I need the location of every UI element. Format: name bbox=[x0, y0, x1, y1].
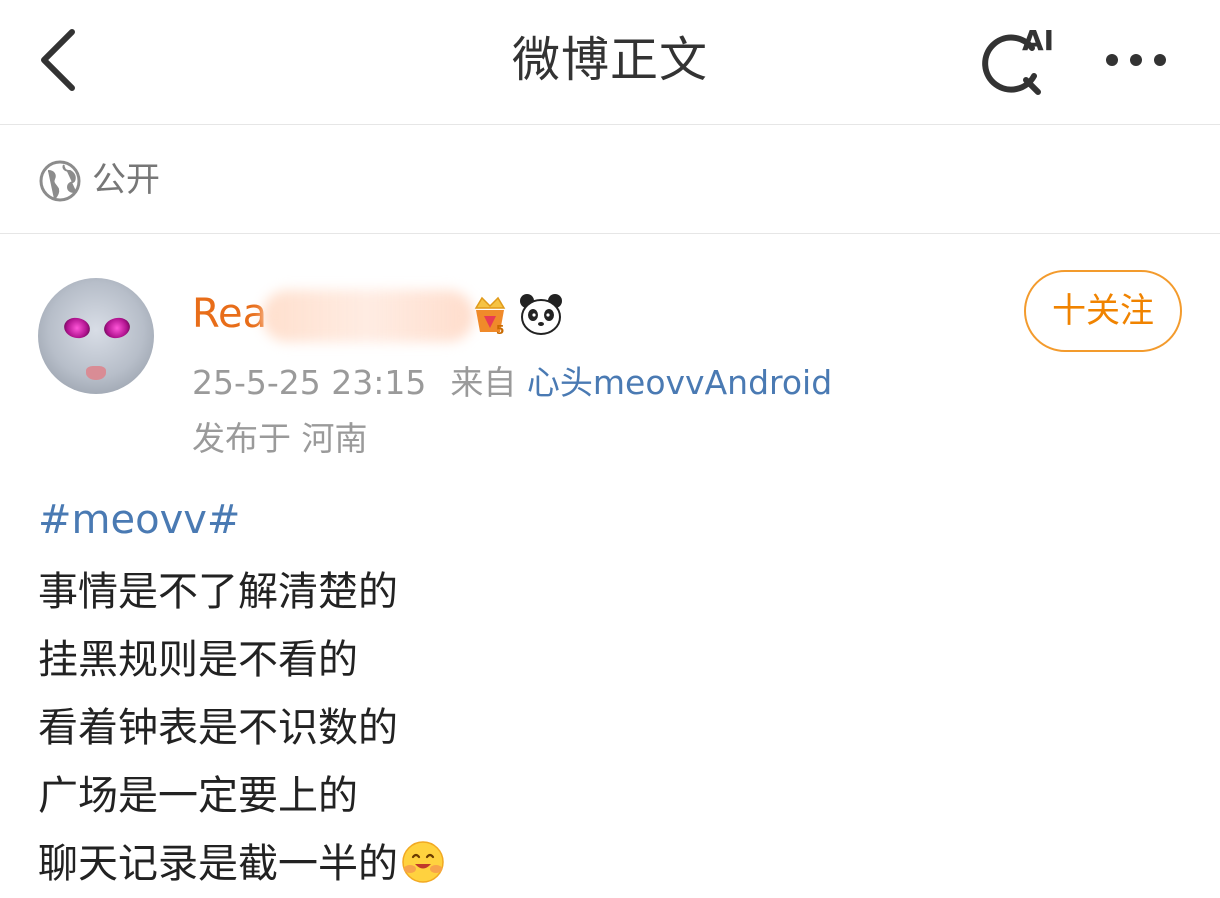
more-dots-icon bbox=[1106, 54, 1118, 66]
ai-label: AI bbox=[1022, 24, 1055, 57]
post-time: 25-5-25 23:15 bbox=[192, 363, 427, 402]
visibility-label: 公开 bbox=[92, 160, 160, 200]
visibility-row bbox=[0, 125, 1220, 234]
follow-button[interactable]: 十关注 bbox=[1024, 270, 1182, 352]
post-body: #meovv# 事情是不了解清楚的 挂黑规则是不看的 看着钟表是不识数的 广场是… bbox=[38, 494, 1178, 898]
post-text-line: 事情是不了解清楚的 bbox=[38, 569, 398, 615]
post-text-line: 挂黑规则是不看的 bbox=[38, 637, 358, 683]
source-prefix: 来自 bbox=[450, 363, 517, 402]
hashtag-link[interactable]: #meovv# bbox=[38, 494, 1178, 546]
panda-emoji-icon bbox=[520, 294, 562, 335]
more-options-button[interactable] bbox=[1098, 38, 1178, 82]
username-redaction-blur bbox=[262, 290, 474, 342]
globe-icon bbox=[39, 160, 81, 202]
post-text-line: 看着钟表是不识数的 bbox=[38, 705, 398, 751]
post-text-line-last: 聊天记录是截一半的 bbox=[38, 830, 1178, 898]
more-dots-icon bbox=[1154, 54, 1166, 66]
avatar[interactable] bbox=[38, 278, 154, 394]
post-location: 发布于 河南 bbox=[192, 419, 368, 458]
top-navigation-bar: 微博正文 AI bbox=[0, 0, 1220, 125]
post-text-line: 广场是一定要上的 bbox=[38, 773, 358, 819]
ai-search-button[interactable]: AI bbox=[980, 24, 1062, 96]
username[interactable]: Rea bbox=[192, 286, 267, 342]
svg-text:5: 5 bbox=[496, 323, 504, 336]
post-meta: 25-5-25 23:15 来自 心头meovvAndroid bbox=[192, 360, 832, 406]
post-text: 聊天记录是截一半的 bbox=[38, 841, 398, 887]
source-link[interactable]: 心头meovvAndroid bbox=[527, 363, 832, 402]
hug-emoji-icon bbox=[402, 841, 444, 883]
more-dots-icon bbox=[1130, 54, 1142, 66]
vip-crown-badge-icon[interactable]: 5 bbox=[470, 292, 510, 336]
